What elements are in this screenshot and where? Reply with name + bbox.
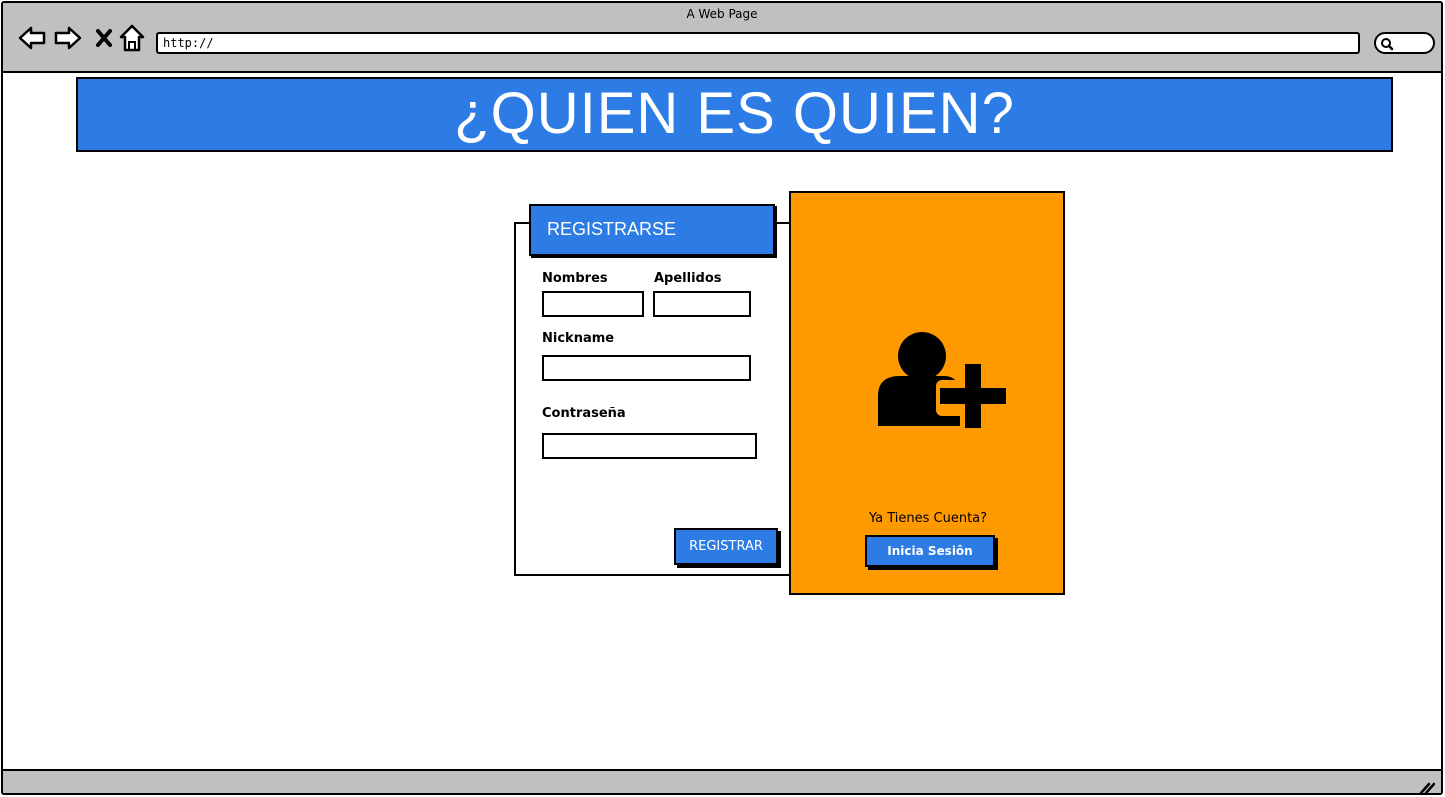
browser-search[interactable] — [1374, 32, 1435, 54]
status-bar — [3, 769, 1441, 794]
register-button[interactable]: REGISTRAR — [674, 528, 778, 565]
home-button[interactable] — [117, 23, 147, 53]
nickname-input[interactable] — [542, 355, 751, 381]
page-title-banner: ¿QUIEN ES QUIEN? — [76, 77, 1393, 152]
forward-button[interactable] — [53, 23, 83, 53]
home-icon — [119, 24, 145, 52]
has-account-prompt: Ya Tienes Cuenta? — [868, 511, 988, 526]
back-button[interactable] — [17, 23, 47, 53]
browser-toolbar: A Web Page http:// — [3, 3, 1441, 73]
apellidos-label: Apellidos — [654, 271, 722, 286]
user-add-icon — [878, 332, 1006, 428]
nombres-label: Nombres — [542, 271, 608, 286]
nickname-label: Nickname — [542, 331, 615, 346]
password-input[interactable] — [542, 433, 757, 459]
register-form-header: REGISTRARSE — [529, 204, 775, 256]
close-icon — [96, 29, 112, 47]
window-title: A Web Page — [686, 7, 758, 21]
apellidos-input[interactable] — [653, 291, 751, 317]
search-icon — [1381, 38, 1394, 51]
forward-arrow-icon — [54, 26, 82, 50]
stop-button[interactable] — [89, 23, 119, 53]
url-input[interactable]: http:// — [156, 32, 1360, 54]
login-button[interactable]: Inicia Sesiôn — [865, 535, 995, 567]
nombres-input[interactable] — [542, 291, 644, 317]
back-arrow-icon — [18, 26, 46, 50]
resize-grip-icon[interactable] — [1419, 780, 1435, 794]
password-label: Contraseña — [542, 406, 626, 421]
